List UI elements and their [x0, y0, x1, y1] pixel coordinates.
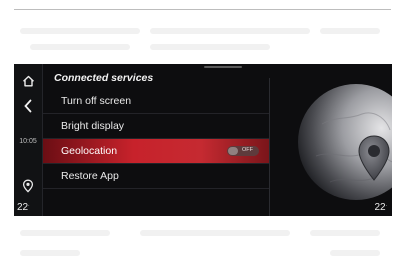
temperature-right-value: 22	[374, 202, 386, 213]
faded-text-line	[20, 250, 80, 256]
faded-text-line	[150, 28, 310, 34]
faded-text-line	[20, 28, 140, 34]
faded-text-line	[310, 230, 380, 236]
page-top-rule	[14, 9, 391, 10]
climate-temperature-left[interactable]: 22.	[17, 202, 30, 213]
infotainment-screen: 10:05 22. Connected services Turn off sc…	[14, 64, 392, 216]
menu-item-label: Turn off screen	[61, 95, 132, 107]
home-icon	[22, 75, 34, 87]
faded-text-line	[20, 230, 110, 236]
navigation-pin-icon	[22, 179, 34, 193]
menu-item-geolocation[interactable]: Geolocation OFF	[43, 139, 269, 164]
page-title: Connected services	[54, 72, 154, 84]
temperature-right-unit: .	[385, 202, 387, 208]
navigation-button[interactable]	[14, 178, 42, 194]
temperature-left-value: 22	[17, 202, 29, 213]
menu-item-label: Geolocation	[61, 145, 118, 157]
globe-map-icon	[298, 84, 392, 200]
geolocation-preview: 22.	[270, 64, 392, 216]
geolocation-toggle[interactable]: OFF	[227, 146, 259, 156]
climate-temperature-right[interactable]: 22.	[374, 202, 387, 213]
back-button[interactable]	[14, 97, 42, 115]
clock: 10:05	[19, 137, 37, 145]
toggle-state-label: OFF	[242, 147, 253, 153]
menu-list: Turn off screen Bright display Geolocati…	[43, 89, 269, 189]
temperature-left-unit: .	[28, 202, 30, 208]
faded-text-line	[150, 44, 270, 50]
faded-text-line	[30, 44, 130, 50]
menu-item-restore-app[interactable]: Restore App	[43, 164, 269, 189]
left-rail: 10:05 22.	[14, 64, 43, 216]
back-arrow-icon	[24, 99, 32, 113]
menu-item-label: Bright display	[61, 120, 125, 132]
home-button[interactable]	[14, 73, 42, 89]
toggle-knob	[228, 147, 238, 155]
menu-item-turn-off-screen[interactable]: Turn off screen	[43, 89, 269, 114]
menu-item-label: Restore App	[61, 170, 119, 182]
faded-text-line	[320, 28, 380, 34]
faded-text-line	[330, 250, 380, 256]
menu-item-bright-display[interactable]: Bright display	[43, 114, 269, 139]
faded-text-line	[140, 230, 290, 236]
connected-services-menu: Connected services Turn off screen Brigh…	[43, 64, 269, 216]
